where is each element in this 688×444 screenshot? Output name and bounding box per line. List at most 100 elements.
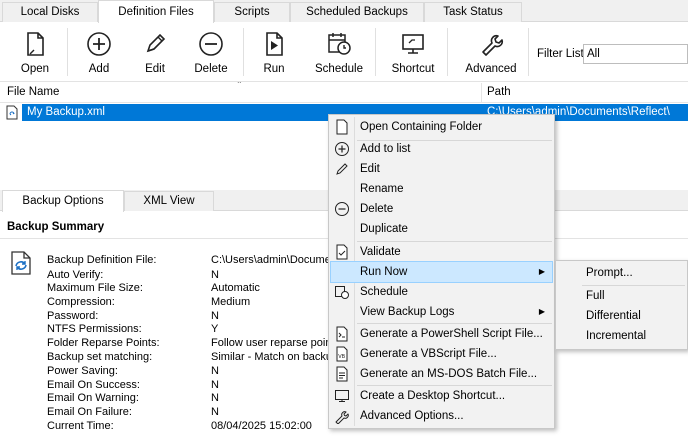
submenu-item-differential[interactable]: Differential bbox=[558, 306, 685, 326]
menu-label: Schedule bbox=[360, 286, 408, 298]
powershell-document-icon bbox=[334, 326, 350, 342]
pencil-icon bbox=[334, 161, 350, 177]
menu-label: Edit bbox=[360, 163, 380, 175]
remove-circle-icon bbox=[197, 30, 225, 58]
svg-text:VB: VB bbox=[338, 354, 345, 360]
menu-label: Run Now bbox=[360, 266, 408, 278]
column-path[interactable]: Path bbox=[487, 86, 511, 98]
menu-item-open-containing-folder[interactable]: Open Containing Folder bbox=[331, 117, 552, 137]
summary-key: Current Time: bbox=[47, 420, 114, 432]
delete-button[interactable]: Delete bbox=[183, 22, 239, 82]
submenu-item-incremental[interactable]: Incremental bbox=[558, 326, 685, 346]
advanced-button[interactable]: Advanced bbox=[463, 22, 519, 82]
wrench-icon bbox=[477, 30, 505, 58]
shortcut-button[interactable]: Shortcut bbox=[385, 22, 441, 82]
summary-key: NTFS Permissions: bbox=[47, 323, 142, 335]
document-icon bbox=[21, 30, 49, 58]
menu-item-delete[interactable]: Delete bbox=[331, 199, 552, 219]
summary-key: Power Saving: bbox=[47, 365, 118, 377]
menu-item-duplicate[interactable]: Duplicate bbox=[331, 219, 552, 239]
column-file-name[interactable]: File Name bbox=[7, 86, 59, 98]
summary-key: Backup Definition File: bbox=[47, 254, 157, 266]
menu-item-edit[interactable]: Edit bbox=[331, 159, 552, 179]
tab-definition-files[interactable]: Definition Files bbox=[98, 0, 214, 23]
submenu-label: Differential bbox=[586, 310, 641, 322]
monitor-icon bbox=[399, 30, 427, 58]
filter-list-label: Filter List bbox=[537, 48, 584, 60]
menu-label: Generate a VBScript File... bbox=[360, 348, 497, 360]
toolbar-divider bbox=[243, 28, 244, 76]
xml-file-icon bbox=[6, 105, 18, 120]
run-button[interactable]: Run bbox=[246, 22, 302, 82]
top-tab-bar: Local Disks Definition Files Scripts Sch… bbox=[0, 0, 688, 23]
menu-item-advanced-options[interactable]: Advanced Options... bbox=[331, 406, 552, 426]
menu-item-generate-powershell[interactable]: Generate a PowerShell Script File... bbox=[331, 324, 552, 344]
summary-value: N bbox=[211, 310, 219, 322]
summary-value: Y bbox=[211, 323, 219, 335]
edit-label: Edit bbox=[145, 63, 165, 75]
summary-key: Compression: bbox=[47, 296, 115, 308]
summary-key: Auto Verify: bbox=[47, 269, 104, 281]
menu-item-create-desktop-shortcut[interactable]: Create a Desktop Shortcut... bbox=[331, 386, 552, 406]
summary-value: 08/04/2025 15:02:00 bbox=[211, 420, 312, 432]
summary-value: N bbox=[211, 269, 219, 281]
menu-label: Add to list bbox=[360, 143, 411, 155]
submenu-item-prompt[interactable]: Prompt... bbox=[558, 263, 685, 283]
wrench-icon bbox=[334, 408, 350, 424]
open-button[interactable]: Open bbox=[7, 22, 63, 82]
tab-task-status[interactable]: Task Status bbox=[424, 2, 522, 22]
submenu-label: Incremental bbox=[586, 330, 647, 342]
summary-value: N bbox=[211, 392, 219, 404]
menu-item-rename[interactable]: Rename bbox=[331, 179, 552, 199]
summary-key: Email On Failure: bbox=[47, 406, 132, 418]
context-menu: Open Containing Folder Add to list Edit … bbox=[328, 114, 555, 429]
summary-value: N bbox=[211, 406, 219, 418]
advanced-label: Advanced bbox=[465, 63, 517, 75]
menu-item-run-now[interactable]: Run Now ▶ bbox=[330, 261, 553, 283]
tab-scripts[interactable]: Scripts bbox=[214, 2, 290, 22]
column-divider[interactable] bbox=[481, 83, 482, 103]
menu-item-generate-msdos[interactable]: Generate an MS-DOS Batch File... bbox=[331, 364, 552, 384]
submenu-label: Full bbox=[586, 290, 605, 302]
summary-key: Email On Warning: bbox=[47, 392, 139, 404]
menu-label: Duplicate bbox=[360, 223, 408, 235]
tab-local-disks[interactable]: Local Disks bbox=[2, 2, 98, 22]
batch-document-icon bbox=[334, 366, 350, 382]
menu-item-generate-vbscript[interactable]: VB Generate a VBScript File... bbox=[331, 344, 552, 364]
menu-item-add-to-list[interactable]: Add to list bbox=[331, 139, 552, 159]
toolbar-divider bbox=[67, 28, 68, 76]
add-button[interactable]: Add bbox=[71, 22, 127, 82]
validate-document-icon bbox=[334, 244, 350, 260]
submenu-item-full[interactable]: Full bbox=[558, 286, 685, 306]
delete-label: Delete bbox=[194, 63, 228, 75]
add-circle-icon bbox=[85, 30, 113, 58]
summary-value: Medium bbox=[211, 296, 251, 308]
add-label: Add bbox=[88, 63, 110, 75]
monitor-icon bbox=[334, 388, 350, 404]
summary-value: Similar - Match on backu bbox=[211, 351, 333, 363]
submenu-label: Prompt... bbox=[586, 267, 633, 279]
open-label: Open bbox=[20, 63, 50, 75]
menu-label: Open Containing Folder bbox=[360, 121, 483, 133]
add-circle-icon bbox=[334, 141, 350, 157]
menu-label: Create a Desktop Shortcut... bbox=[360, 390, 506, 402]
edit-button[interactable]: Edit bbox=[127, 22, 183, 82]
tab-xml-view[interactable]: XML View bbox=[124, 191, 214, 211]
menu-item-validate[interactable]: Validate bbox=[331, 242, 552, 262]
schedule-button[interactable]: Schedule bbox=[311, 22, 367, 82]
summary-key: Backup set matching: bbox=[47, 351, 153, 363]
tab-scheduled-backups[interactable]: Scheduled Backups bbox=[290, 2, 424, 22]
backup-definition-icon bbox=[10, 251, 32, 275]
summary-key: Password: bbox=[47, 310, 99, 322]
tab-backup-options[interactable]: Backup Options bbox=[2, 190, 124, 212]
summary-value: C:\Users\admin\Docume bbox=[211, 254, 331, 266]
toolbar-divider bbox=[375, 28, 376, 76]
shortcut-label: Shortcut bbox=[391, 63, 435, 75]
filter-list-input[interactable] bbox=[583, 44, 688, 64]
summary-value: Follow user reparse point bbox=[211, 337, 335, 349]
menu-item-schedule[interactable]: Schedule bbox=[331, 282, 552, 302]
menu-item-view-backup-logs[interactable]: View Backup Logs ▶ bbox=[331, 302, 552, 322]
row-file-name: My Backup.xml bbox=[27, 106, 105, 118]
menu-label: Generate an MS-DOS Batch File... bbox=[360, 368, 538, 380]
submenu-arrow-icon: ▶ bbox=[538, 307, 545, 316]
